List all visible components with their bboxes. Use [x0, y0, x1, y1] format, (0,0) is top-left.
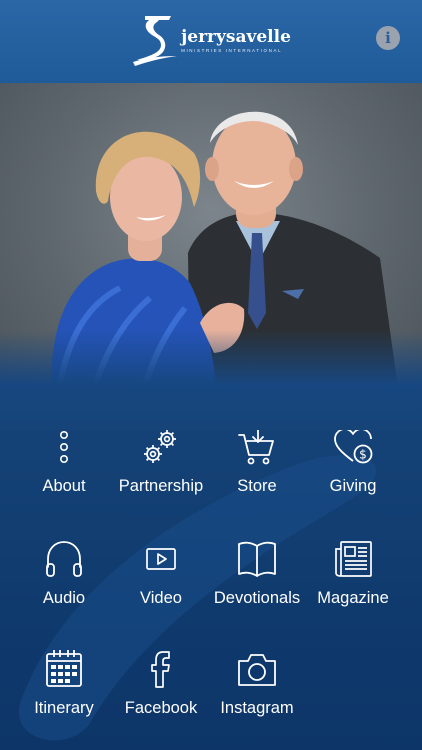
menu-item-label: Facebook — [124, 699, 198, 717]
camera-icon — [238, 654, 276, 686]
photo-fade-overlay — [0, 330, 422, 430]
menu-item-label: Store — [237, 477, 277, 495]
menu-panel: About Partnership Store $ Giving Audio V… — [0, 403, 422, 750]
logo-name: jerrysavelle — [181, 26, 291, 47]
heart-dollar-icon: $ — [334, 428, 373, 464]
menu-item-label: Devotionals — [213, 589, 301, 607]
logo-subtitle: MINISTRIES INTERNATIONAL — [181, 47, 283, 53]
menu-item-partnership[interactable]: Partnership — [111, 425, 211, 496]
menu-item-label: Magazine — [317, 589, 389, 607]
menu-item-label: Giving — [329, 477, 377, 495]
app-header: jerrysavelle MINISTRIES INTERNATIONAL i — [0, 0, 422, 83]
menu-item-label: Audio — [42, 589, 86, 607]
menu-item-magazine[interactable]: Magazine — [303, 537, 403, 608]
info-button[interactable]: i — [376, 26, 400, 50]
video-play-icon — [146, 548, 176, 570]
svg-text:$: $ — [359, 448, 367, 462]
menu-item-label: Video — [140, 589, 182, 607]
newspaper-icon — [335, 541, 372, 577]
menu-item-itinerary[interactable]: Itinerary — [14, 647, 114, 718]
open-book-icon — [238, 541, 276, 577]
menu-item-audio[interactable]: Audio — [14, 537, 114, 608]
menu-item-video[interactable]: Video — [111, 537, 211, 608]
menu-item-label: Itinerary — [34, 699, 94, 717]
facebook-icon — [151, 651, 170, 688]
gears-icon — [144, 430, 176, 463]
calendar-icon — [46, 650, 82, 687]
menu-item-instagram[interactable]: Instagram — [207, 647, 307, 718]
menu-item-label: Instagram — [220, 699, 294, 717]
menu-item-devotionals[interactable]: Devotionals — [207, 537, 307, 608]
menu-item-about[interactable]: About — [14, 425, 114, 496]
ministry-logo: jerrysavelle MINISTRIES INTERNATIONAL — [131, 12, 291, 68]
cart-icon — [238, 428, 274, 465]
menu-item-giving[interactable]: $ Giving — [303, 425, 403, 496]
headphones-icon — [46, 541, 82, 577]
menu-item-label: Partnership — [118, 477, 204, 495]
more-vertical-icon — [59, 431, 68, 463]
logo-s-icon — [133, 15, 178, 66]
menu-item-store[interactable]: Store — [207, 425, 307, 496]
info-icon: i — [385, 29, 391, 47]
menu-item-label: About — [42, 477, 86, 495]
menu-item-facebook[interactable]: Facebook — [111, 647, 211, 718]
